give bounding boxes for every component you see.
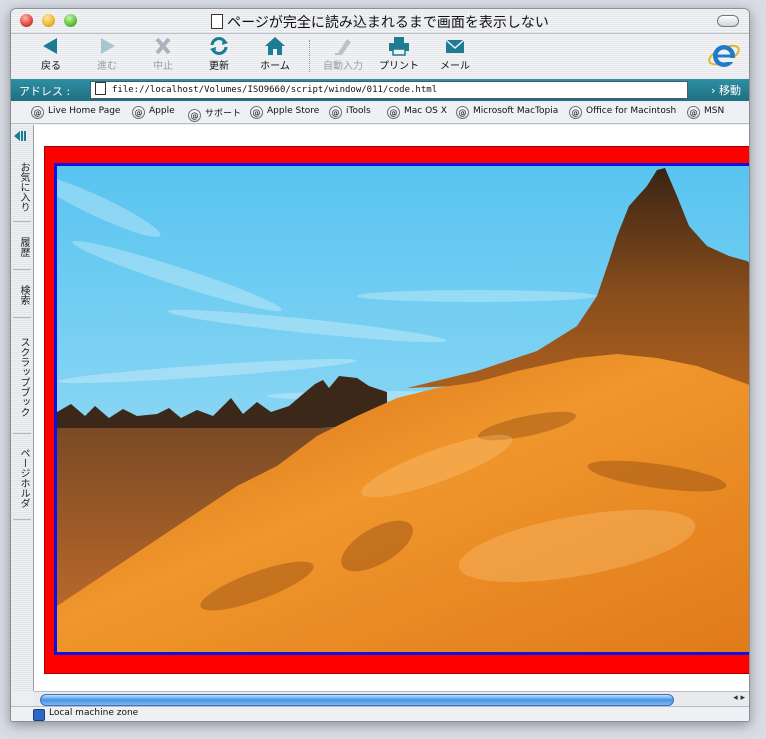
toolbar-separator — [309, 40, 310, 72]
sidebar-toggle-icon[interactable] — [14, 131, 28, 141]
sidebar-tab-page-holder[interactable]: ページホルダ — [13, 437, 31, 520]
mail-button[interactable]: メール — [425, 36, 485, 72]
page-content — [34, 125, 749, 691]
link-apple[interactable]: @ Apple — [132, 106, 175, 119]
link-label: Apple — [149, 106, 175, 116]
forward-button[interactable]: 進む — [77, 36, 137, 72]
address-label: アドレス : — [19, 85, 71, 98]
sidebar-tab-scrapbook[interactable]: スクラップブック — [13, 321, 31, 434]
link-label: サポート — [205, 109, 242, 119]
at-link-icon: @ — [31, 106, 44, 119]
go-button-label: 移動 — [719, 84, 741, 97]
window-title: ページが完全に読み込まれるまで画面を表示しない — [227, 15, 549, 31]
blue-frame — [54, 163, 749, 655]
zone-icon — [33, 709, 45, 721]
back-button-label: 戻る — [41, 61, 61, 72]
autofill-icon — [335, 39, 351, 55]
back-arrow-icon — [43, 38, 57, 54]
go-arrow-icon: › — [711, 84, 716, 97]
at-link-icon: @ — [569, 106, 582, 119]
link-msn[interactable]: @ MSN — [687, 106, 724, 119]
home-button[interactable]: ホーム — [245, 36, 305, 72]
autofill-button[interactable]: 自動入力 — [313, 36, 373, 72]
home-button-label: ホーム — [260, 61, 290, 72]
print-button-label: プリント — [379, 61, 419, 72]
desert-landscape-image — [57, 166, 749, 652]
scroll-left-icon[interactable]: ◂ — [733, 693, 738, 703]
mail-button-label: メール — [440, 61, 470, 72]
go-button[interactable]: › 移動 — [711, 82, 741, 98]
home-icon — [265, 37, 285, 55]
at-link-icon: @ — [132, 106, 145, 119]
browser-window: ページが完全に読み込まれるまで画面を表示しない 戻る 進む 中止 更新 ホーム … — [10, 8, 750, 722]
stop-button-label: 中止 — [153, 61, 173, 72]
at-link-icon: @ — [329, 106, 342, 119]
link-label: Mac OS X — [404, 106, 447, 116]
sidebar-tab-favorites[interactable]: お気に入り — [13, 153, 31, 222]
back-button[interactable]: 戻る — [21, 36, 81, 72]
status-bar: Local machine zone — [11, 706, 749, 721]
sidebar-tab-search[interactable]: 検索 — [13, 273, 31, 318]
toolbar-toggle-button[interactable] — [717, 15, 739, 27]
scroll-right-icon[interactable]: ▸ — [740, 693, 745, 703]
address-input[interactable]: file://localhost/Volumes/ISO9660/script/… — [90, 81, 688, 99]
link-label: Microsoft MacTopia — [473, 106, 559, 116]
stop-button[interactable]: 中止 — [133, 36, 193, 72]
stop-x-icon — [155, 37, 171, 55]
forward-button-label: 進む — [97, 61, 117, 72]
link-label: iTools — [346, 106, 371, 116]
address-bar: アドレス : file://localhost/Volumes/ISO9660/… — [11, 79, 749, 101]
address-url: file://localhost/Volumes/ISO9660/script/… — [112, 85, 438, 95]
internet-explorer-logo-icon[interactable] — [707, 38, 741, 72]
link-microsoft-mactopia[interactable]: @ Microsoft MacTopia — [456, 106, 558, 119]
at-link-icon: @ — [250, 106, 263, 119]
at-link-icon: @ — [456, 106, 469, 119]
explorer-sidebar: お気に入り 履歴 検索 スクラップブック ページホルダ — [11, 125, 34, 691]
link-mac-os-x[interactable]: @ Mac OS X — [387, 106, 447, 119]
link-label: MSN — [704, 106, 725, 116]
sidebar-tab-history[interactable]: 履歴 — [13, 225, 31, 270]
at-link-icon: @ — [687, 106, 700, 119]
red-frame — [44, 146, 749, 674]
status-text: Local machine zone — [49, 708, 139, 718]
link-label: Apple Store — [267, 106, 320, 116]
link-support[interactable]: @ サポート — [188, 106, 241, 122]
mail-icon — [445, 39, 465, 53]
link-live-home-page[interactable]: @ Live Home Page — [31, 106, 120, 119]
link-label: Live Home Page — [48, 106, 121, 116]
links-bar: @ Live Home Page @ Apple @ サポート @ Apple Stor… — [11, 103, 749, 124]
scroll-thumb[interactable] — [40, 694, 674, 706]
forward-arrow-icon — [101, 38, 115, 54]
link-office-for-macintosh[interactable]: @ Office for Macintosh — [569, 106, 676, 119]
link-apple-store[interactable]: @ Apple Store — [250, 106, 319, 119]
print-icon — [389, 37, 409, 56]
window-title-area: ページが完全に読み込まれるまで画面を表示しない — [11, 12, 749, 32]
document-icon — [211, 14, 224, 29]
toolbar: 戻る 進む 中止 更新 ホーム 自動入力 プリント メール — [11, 34, 749, 78]
title-bar[interactable]: ページが完全に読み込まれるまで画面を表示しない — [11, 9, 749, 34]
at-link-icon: @ — [188, 109, 201, 122]
link-itools[interactable]: @ iTools — [329, 106, 371, 119]
scroll-arrows[interactable]: ◂ ▸ — [733, 693, 745, 703]
file-icon — [95, 82, 106, 95]
at-link-icon: @ — [387, 106, 400, 119]
refresh-icon — [210, 37, 228, 55]
refresh-button-label: 更新 — [209, 61, 229, 72]
autofill-button-label: 自動入力 — [323, 61, 363, 72]
refresh-button[interactable]: 更新 — [189, 36, 249, 72]
print-button[interactable]: プリント — [369, 36, 429, 72]
link-label: Office for Macintosh — [586, 106, 677, 116]
horizontal-scrollbar[interactable]: ◂ ▸ — [34, 691, 749, 706]
